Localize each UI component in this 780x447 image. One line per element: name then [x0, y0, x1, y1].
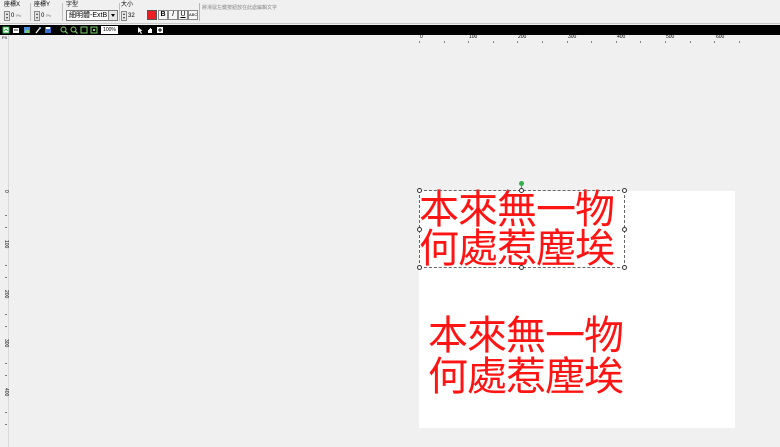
size-value[interactable]: 32 — [128, 11, 135, 21]
h-ruler-tick — [444, 41, 445, 43]
underline-button[interactable]: U — [178, 10, 188, 20]
y-unit: Px — [46, 12, 52, 18]
tool-bar: 100% — [0, 25, 780, 35]
toolbar-divider — [119, 3, 120, 21]
v-ruler-tick — [5, 375, 7, 376]
image-icon[interactable] — [23, 26, 31, 34]
h-ruler-label: 300 — [568, 34, 577, 40]
rendered-text-line-2: 何處惹塵埃 — [428, 354, 624, 400]
resize-handle-top[interactable] — [519, 188, 524, 193]
x-coordinate-group: 座標X 0 Px — [4, 2, 21, 21]
italic-button[interactable]: I — [168, 10, 178, 20]
v-ruler-tick — [5, 277, 7, 278]
h-ruler-tick — [542, 41, 543, 43]
v-ruler-tick — [5, 314, 7, 315]
v-ruler-label: 100 — [3, 240, 9, 249]
text-selection-box[interactable] — [419, 190, 625, 268]
v-ruler-tick — [5, 424, 7, 425]
properties-toolbar: 座標X 0 Px 座標Y 0 Px 字型 細明體-ExtB 大小 32 B I … — [0, 0, 780, 24]
y-spinner[interactable] — [34, 10, 40, 21]
new-icon[interactable] — [2, 26, 10, 34]
resize-handle-bottom-left[interactable] — [417, 265, 422, 270]
x-spinner[interactable] — [4, 10, 10, 21]
size-label: 大小 — [121, 2, 134, 8]
x-coordinate-label: 座標X — [4, 2, 21, 8]
size-spinner[interactable] — [121, 10, 127, 21]
h-ruler-label: 400 — [617, 34, 626, 40]
abc-button[interactable]: ABC — [188, 10, 198, 20]
fit-icon[interactable] — [80, 26, 88, 34]
h-ruler-label: 600 — [716, 34, 725, 40]
y-coordinate-label: 座標Y — [34, 2, 51, 8]
text-input[interactable]: 將滑鼠左鍵按鈕放在此處編輯文字 — [199, 3, 780, 21]
h-ruler-label: 100 — [469, 34, 478, 40]
hand-icon[interactable] — [146, 26, 154, 34]
open-icon[interactable] — [12, 26, 20, 34]
h-ruler-tick — [616, 41, 617, 43]
resize-handle-bottom[interactable] — [519, 265, 524, 270]
actual-size-icon[interactable] — [90, 26, 98, 34]
font-select-value: 細明體-ExtB — [69, 12, 108, 19]
chevron-down-icon[interactable] — [108, 11, 117, 20]
h-ruler-label: 500 — [666, 34, 675, 40]
h-ruler-tick — [591, 41, 592, 43]
zoom-level[interactable]: 100% — [101, 26, 118, 34]
h-ruler-tick — [714, 41, 715, 43]
zoom-out-icon[interactable] — [70, 26, 78, 34]
v-ruler-tick — [5, 326, 7, 327]
toolbar-divider — [62, 3, 63, 21]
v-ruler-tick — [5, 363, 7, 364]
h-ruler-tick — [468, 41, 469, 43]
size-group: 大小 32 — [121, 2, 135, 21]
resize-handle-top-left[interactable] — [417, 188, 422, 193]
v-ruler-tick — [5, 215, 7, 216]
v-ruler-label: 400 — [3, 388, 9, 397]
resize-handle-bottom-right[interactable] — [622, 265, 627, 270]
pointer-icon[interactable] — [136, 26, 144, 34]
h-ruler-tick — [419, 41, 420, 43]
h-ruler-label: 0 — [420, 34, 423, 40]
h-ruler-tick — [517, 41, 518, 43]
h-ruler-label: 200 — [518, 34, 527, 40]
h-ruler-tick — [567, 41, 568, 43]
app-window: 座標X 0 Px 座標Y 0 Px 字型 細明體-ExtB 大小 32 B I … — [0, 0, 780, 447]
h-ruler-tick — [493, 41, 494, 43]
save-icon[interactable] — [44, 26, 52, 34]
v-ruler-tick — [5, 227, 7, 228]
resize-handle-top-right[interactable] — [622, 188, 627, 193]
v-ruler-label: 0 — [3, 190, 9, 193]
h-ruler-tick — [739, 41, 740, 43]
ruler-unit-label: PX — [2, 35, 8, 40]
text-color-swatch[interactable] — [147, 10, 157, 20]
text-input-placeholder: 將滑鼠左鍵按鈕放在此處編輯文字 — [202, 5, 278, 11]
font-label: 字型 — [66, 2, 79, 8]
y-value[interactable]: 0 — [41, 11, 44, 21]
add-icon[interactable] — [156, 26, 164, 34]
magic-icon[interactable] — [34, 26, 42, 34]
h-ruler-tick — [690, 41, 691, 43]
x-value[interactable]: 0 — [11, 11, 14, 21]
rendered-text-line-1: 本來無一物 — [428, 313, 624, 359]
resize-handle-right[interactable] — [622, 227, 627, 232]
resize-handle-left[interactable] — [417, 227, 422, 232]
v-ruler-label: 300 — [3, 339, 9, 348]
zoom-in-icon[interactable] — [60, 26, 68, 34]
toolbar-divider — [30, 3, 31, 21]
v-ruler-tick — [5, 265, 7, 266]
v-ruler-label: 200 — [3, 290, 9, 299]
rotation-handle[interactable] — [519, 181, 524, 186]
bold-button[interactable]: B — [158, 10, 168, 20]
font-select[interactable]: 細明體-ExtB — [66, 10, 118, 21]
h-ruler-tick — [640, 41, 641, 43]
v-ruler-tick — [5, 412, 7, 413]
h-ruler-tick — [665, 41, 666, 43]
font-group: 字型 細明體-ExtB — [66, 2, 118, 21]
x-unit: Px — [16, 12, 22, 18]
y-coordinate-group: 座標Y 0 Px — [34, 2, 51, 21]
